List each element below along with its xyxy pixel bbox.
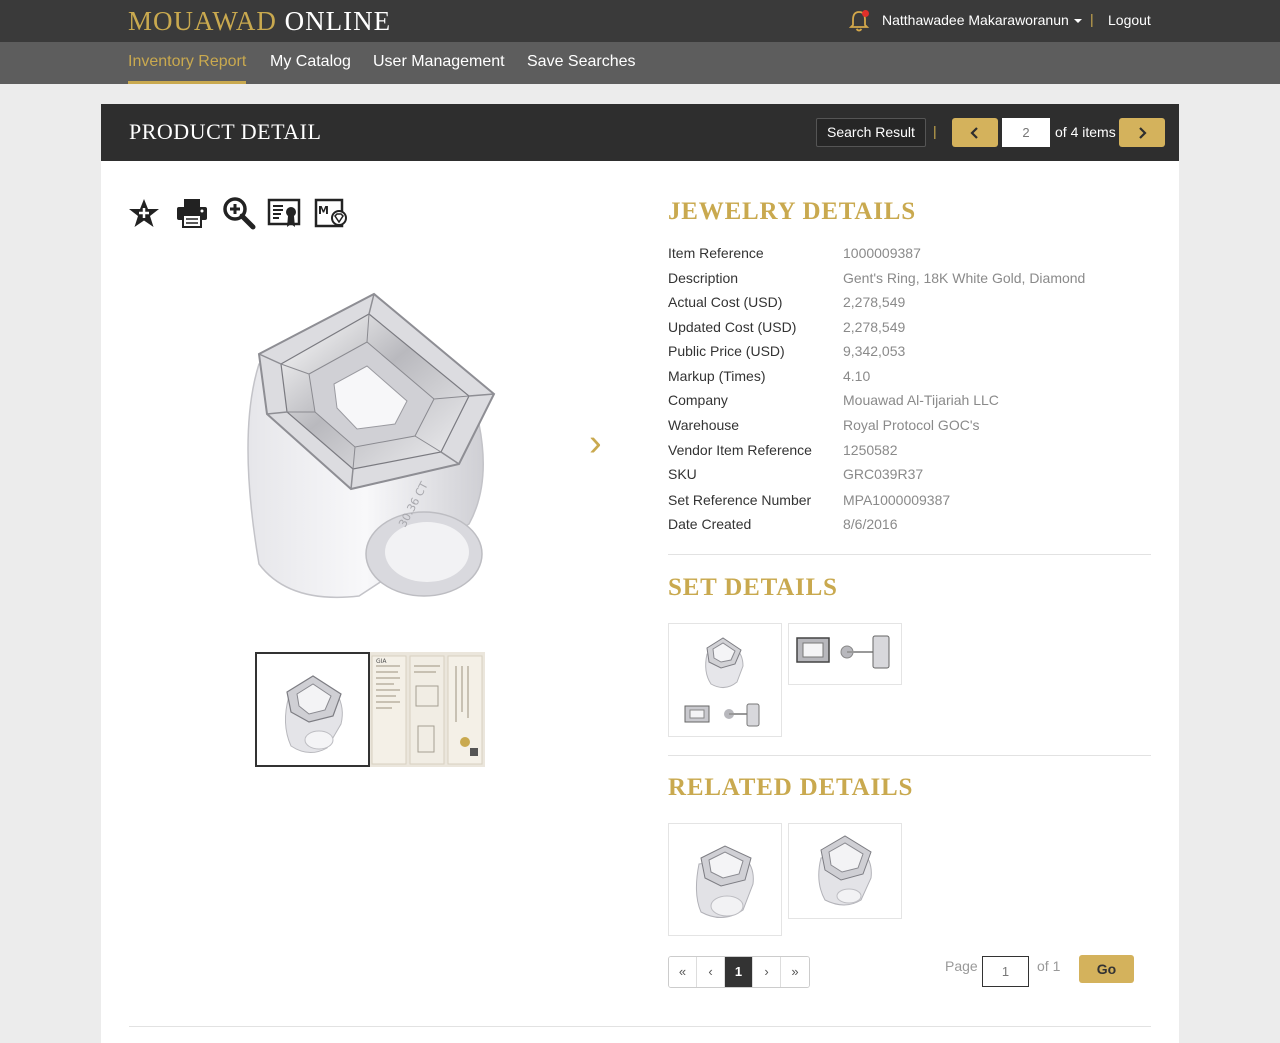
notification-dot	[862, 10, 869, 17]
first-page-button[interactable]: «	[669, 957, 697, 987]
last-page-button[interactable]: »	[781, 957, 809, 987]
detail-value: 1000009387	[843, 245, 921, 261]
page-1-button[interactable]: 1	[725, 957, 753, 987]
detail-row-vendor-item-reference: Vendor Item Reference 1250582	[668, 442, 1228, 462]
detail-value: 9,342,053	[843, 343, 906, 359]
chevron-left-icon	[970, 127, 978, 140]
set-item-tile[interactable]	[668, 623, 782, 737]
detail-row-public-price: Public Price (USD) 9,342,053	[668, 343, 1228, 363]
zoom-in-icon[interactable]	[222, 196, 256, 230]
jewelry-details-title: JEWELRY DETAILS	[668, 198, 916, 225]
detail-row-set-reference-number: Set Reference Number MPA1000009387	[668, 492, 1228, 512]
detail-label: Date Created	[668, 516, 752, 532]
site-logo[interactable]: MOUAWAD ONLINE	[128, 6, 391, 37]
nav-save-searches[interactable]: Save Searches	[527, 53, 636, 84]
detail-value: MPA1000009387	[843, 492, 951, 508]
next-image-arrow[interactable]: ›	[589, 422, 602, 465]
favorite-star-icon[interactable]	[127, 196, 161, 230]
detail-label: Description	[668, 270, 739, 286]
print-icon[interactable]	[175, 196, 209, 230]
detail-row-item-reference: Item Reference 1000009387	[668, 245, 1228, 265]
card-header: PRODUCT DETAIL Search Result | of 4 item…	[101, 104, 1179, 161]
detail-value: GRC039R37	[843, 466, 924, 482]
product-detail-card: PRODUCT DETAIL Search Result | of 4 item…	[101, 104, 1179, 1043]
main-nav: Inventory Report My Catalog User Managem…	[0, 42, 1280, 84]
product-main-image[interactable]: 30.36 CT	[229, 284, 625, 624]
thumbnail-ring[interactable]	[255, 652, 370, 767]
page-label: Page	[945, 958, 978, 974]
detail-row-updated-cost: Updated Cost (USD) 2,278,549	[668, 319, 1228, 339]
detail-label: Markup (Times)	[668, 368, 766, 384]
logout-link[interactable]: Logout	[1108, 12, 1151, 28]
detail-label: SKU	[668, 466, 697, 482]
notification-bell-icon[interactable]	[848, 9, 870, 33]
logo-brand: MOUAWAD	[128, 6, 277, 36]
detail-value: 2,278,549	[843, 319, 906, 335]
set-details-title: SET DETAILS	[668, 574, 838, 601]
detail-label: Public Price (USD)	[668, 343, 785, 359]
next-item-button[interactable]	[1119, 118, 1165, 147]
detail-row-sku: SKU GRC039R37	[668, 466, 1228, 486]
detail-row-description: Description Gent's Ring, 18K White Gold,…	[668, 270, 1228, 290]
prev-page-button[interactable]: ‹	[697, 957, 725, 987]
top-bar: MOUAWAD ONLINE Natthawadee Makaraworanun…	[0, 0, 1280, 42]
go-button[interactable]: Go	[1079, 955, 1134, 983]
svg-text:M: M	[318, 204, 329, 217]
page-total-label: of 1	[1037, 958, 1061, 974]
nav-my-catalog[interactable]: My Catalog	[270, 53, 351, 84]
detail-label: Item Reference	[668, 245, 764, 261]
detail-value: Gent's Ring, 18K White Gold, Diamond	[843, 270, 1086, 286]
detail-value: Mouawad Al-Tijariah LLC	[843, 392, 999, 408]
header-separator: |	[933, 123, 937, 139]
detail-label: Actual Cost (USD)	[668, 294, 783, 310]
page-title: PRODUCT DETAIL	[129, 119, 322, 144]
related-item-tile[interactable]	[788, 823, 902, 919]
user-menu[interactable]: Natthawadee Makaraworanun	[882, 12, 1082, 28]
detail-row-date-created: Date Created 8/6/2016	[668, 516, 1228, 536]
page-number-input[interactable]	[982, 956, 1029, 987]
caret-down-icon	[1073, 19, 1082, 24]
detail-row-markup: Markup (Times) 4.10	[668, 368, 1228, 388]
thumbnail-certificate[interactable]: GIA	[370, 652, 485, 767]
chevron-right-icon	[1139, 127, 1147, 140]
search-result-button[interactable]: Search Result	[816, 118, 926, 147]
detail-value: Royal Protocol GOC's	[843, 417, 980, 433]
related-pagination: « ‹ 1 › »	[668, 956, 810, 988]
section-divider	[668, 554, 1151, 555]
next-page-button[interactable]: ›	[753, 957, 781, 987]
item-count-label: of 4 items	[1055, 124, 1116, 140]
svg-text:GIA: GIA	[376, 658, 387, 665]
logo-suffix: ONLINE	[276, 6, 392, 36]
detail-label: Company	[668, 392, 728, 408]
related-item-tile[interactable]	[668, 823, 782, 936]
detail-value: 1250582	[843, 442, 898, 458]
detail-label: Vendor Item Reference	[668, 442, 812, 458]
top-separator: |	[1090, 11, 1094, 27]
nav-inventory-report[interactable]: Inventory Report	[128, 53, 247, 84]
related-details-title: RELATED DETAILS	[668, 774, 914, 801]
catalog-icon[interactable]: M	[314, 196, 348, 230]
detail-label: Warehouse	[668, 417, 740, 433]
detail-label: Set Reference Number	[668, 492, 812, 508]
prev-item-button[interactable]	[952, 118, 998, 147]
detail-value: 4.10	[843, 368, 871, 384]
detail-row-company: Company Mouawad Al-Tijariah LLC	[668, 392, 1228, 412]
detail-label: Updated Cost (USD)	[668, 319, 797, 335]
detail-row-actual-cost: Actual Cost (USD) 2,278,549	[668, 294, 1228, 314]
bottom-divider	[129, 1026, 1151, 1027]
username-label: Natthawadee Makaraworanun	[882, 12, 1069, 28]
nav-user-management[interactable]: User Management	[373, 53, 505, 84]
set-item-tile[interactable]	[788, 623, 902, 685]
certificate-icon[interactable]	[267, 196, 301, 230]
section-divider	[668, 755, 1151, 756]
item-number-input[interactable]	[1002, 118, 1050, 147]
detail-value: 2,278,549	[843, 294, 906, 310]
detail-row-warehouse: Warehouse Royal Protocol GOC's	[668, 417, 1228, 437]
detail-value: 8/6/2016	[843, 516, 898, 532]
